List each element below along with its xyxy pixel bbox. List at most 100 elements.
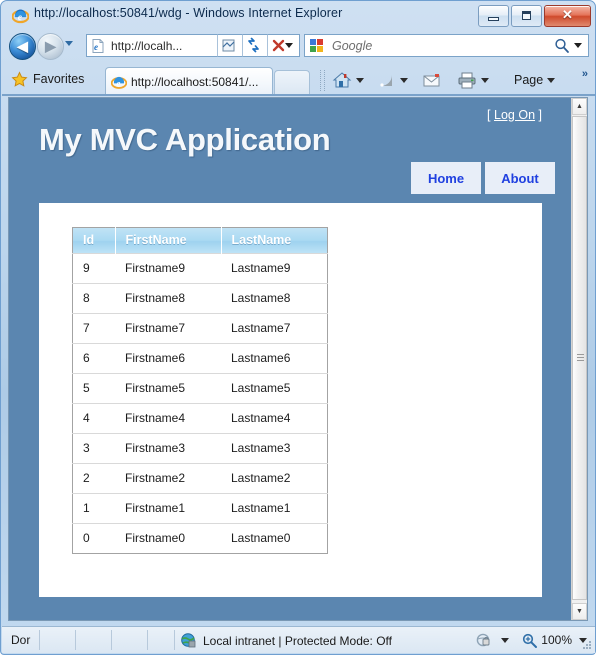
cell-id: 5 — [72, 373, 115, 404]
home-dropdown-icon[interactable] — [356, 77, 364, 83]
ie-logo-icon: e — [111, 76, 127, 89]
feeds-button[interactable] — [377, 69, 408, 91]
cell-lastname: Lastname1 — [221, 493, 328, 524]
browser-tab[interactable]: e http://localhost:50841/... — [105, 67, 273, 95]
menu-item-about[interactable]: About — [485, 162, 555, 194]
page-viewport: [ Log On ] My MVC Application Home About… — [8, 97, 588, 621]
new-tab-button[interactable] — [274, 70, 310, 95]
logon-area: [ Log On ] — [487, 108, 542, 122]
cell-id: 3 — [72, 433, 115, 464]
table-row: 9 Firstname9 Lastname9 — [72, 253, 328, 284]
cell-firstname: Firstname9 — [115, 253, 221, 284]
menu-item-home[interactable]: Home — [411, 162, 481, 194]
security-zone-text: Local intranet | Protected Mode: Off — [203, 633, 392, 648]
close-button[interactable]: ✕ — [544, 5, 591, 27]
column-header-firstname: FirstName — [115, 227, 222, 254]
tab-title: http://localhost:50841/... — [131, 74, 259, 89]
rss-icon — [380, 74, 392, 87]
privacy-report-icon[interactable] — [475, 631, 494, 649]
cell-firstname: Firstname3 — [115, 433, 221, 464]
svg-text:e: e — [18, 12, 23, 23]
table-row: 1 Firstname1 Lastname1 — [72, 493, 328, 524]
search-provider-dropdown-icon[interactable] — [574, 43, 582, 48]
table-row: 0 Firstname0 Lastname0 — [72, 523, 328, 554]
table-row: 6 Firstname6 Lastname6 — [72, 343, 328, 374]
table-row: 7 Firstname7 Lastname7 — [72, 313, 328, 344]
scroll-up-button[interactable]: ▲ — [572, 98, 587, 115]
people-table: Id FirstName LastName 9 Firstname9 Lastn… — [72, 227, 328, 554]
security-zone[interactable]: Local intranet | Protected Mode: Off — [180, 632, 392, 649]
table-body: 9 Firstname9 Lastname9 8 Firstname8 Last… — [72, 253, 328, 554]
cell-id: 4 — [72, 403, 115, 434]
scroll-down-button[interactable]: ▼ — [572, 603, 587, 620]
forward-arrow-icon: ▶ — [45, 38, 56, 54]
cell-id: 6 — [72, 343, 115, 374]
print-button[interactable] — [457, 69, 489, 91]
site-header: [ Log On ] My MVC Application Home About — [9, 98, 572, 203]
search-box[interactable]: Google — [304, 34, 589, 57]
main-menu: Home About — [407, 162, 555, 194]
cell-id: 9 — [72, 253, 115, 284]
home-icon — [332, 72, 352, 88]
window-title: http://localhost:50841/wdg - Windows Int… — [34, 6, 343, 20]
status-separator — [147, 630, 148, 650]
close-icon: ✕ — [562, 7, 573, 22]
mail-icon — [423, 73, 440, 86]
minimize-button[interactable] — [478, 5, 509, 27]
compatibility-icon — [222, 39, 235, 52]
page-scrollbar[interactable]: ▲ ▼ — [571, 98, 587, 620]
page-menu-dropdown-icon[interactable] — [547, 77, 556, 83]
forward-button[interactable]: ▶ — [37, 33, 64, 60]
mail-button[interactable] — [422, 69, 441, 91]
column-header-id: Id — [72, 227, 116, 254]
feeds-dropdown-icon[interactable] — [400, 77, 408, 83]
printer-icon — [458, 72, 476, 88]
maximize-button[interactable] — [511, 5, 542, 27]
favorites-and-tab-bar: Favorites e http://localhost:50841/... P… — [2, 62, 595, 96]
web-page: [ Log On ] My MVC Application Home About… — [9, 98, 572, 620]
logon-open-bracket: [ — [487, 108, 491, 122]
toolbar-bottom-border — [2, 94, 595, 96]
toolbar-overflow-button[interactable]: » — [582, 68, 588, 80]
globe-icon — [181, 633, 196, 648]
refresh-icon — [248, 37, 259, 53]
resize-grip-icon[interactable] — [582, 640, 592, 650]
google-logo-icon — [310, 39, 323, 52]
cell-id: 2 — [72, 463, 115, 494]
refresh-button[interactable] — [242, 34, 265, 57]
privacy-dropdown-icon[interactable] — [501, 637, 510, 643]
cell-id: 7 — [72, 313, 115, 344]
back-button[interactable]: ◀ — [9, 33, 36, 60]
logon-link[interactable]: Log On — [494, 108, 535, 122]
table-row: 8 Firstname8 Lastname8 — [72, 283, 328, 314]
search-input[interactable]: Google — [332, 39, 553, 53]
recent-pages-dropdown-icon[interactable] — [65, 41, 73, 46]
stop-button[interactable] — [267, 34, 290, 57]
logon-close-bracket: ] — [538, 108, 542, 122]
table-row: 3 Firstname3 Lastname3 — [72, 433, 328, 464]
favorites-label: Favorites — [33, 72, 85, 86]
zoom-level-label[interactable]: 100% — [541, 633, 572, 647]
cell-lastname: Lastname3 — [221, 433, 328, 464]
title-bar: e http://localhost:50841/wdg - Windows I… — [1, 1, 595, 30]
cell-lastname: Lastname6 — [221, 343, 328, 374]
home-button[interactable] — [332, 69, 364, 91]
favorites-button[interactable]: Favorites — [11, 68, 84, 90]
scrollbar-thumb[interactable] — [572, 116, 587, 600]
status-bar: Dor Local intranet | Protected Mode: Off — [2, 626, 595, 653]
page-menu-button[interactable]: Page — [514, 69, 556, 91]
navigation-toolbar: ◀ ▶ e http://localh... Google — [2, 30, 595, 62]
cell-lastname: Lastname4 — [221, 403, 328, 434]
table-row: 2 Firstname2 Lastname2 — [72, 463, 328, 494]
status-separator — [174, 630, 175, 650]
browser-window: e http://localhost:50841/wdg - Windows I… — [0, 0, 596, 655]
compatibility-view-button[interactable] — [217, 34, 240, 57]
page-title: My MVC Application — [39, 122, 331, 157]
status-separator — [75, 630, 76, 650]
search-icon[interactable] — [553, 37, 571, 55]
zoom-icon[interactable] — [521, 632, 538, 649]
scroll-down-icon: ▼ — [576, 608, 583, 615]
table-row: 5 Firstname5 Lastname5 — [72, 373, 328, 404]
table-header-row: Id FirstName LastName — [72, 227, 328, 254]
print-dropdown-icon[interactable] — [481, 77, 489, 83]
